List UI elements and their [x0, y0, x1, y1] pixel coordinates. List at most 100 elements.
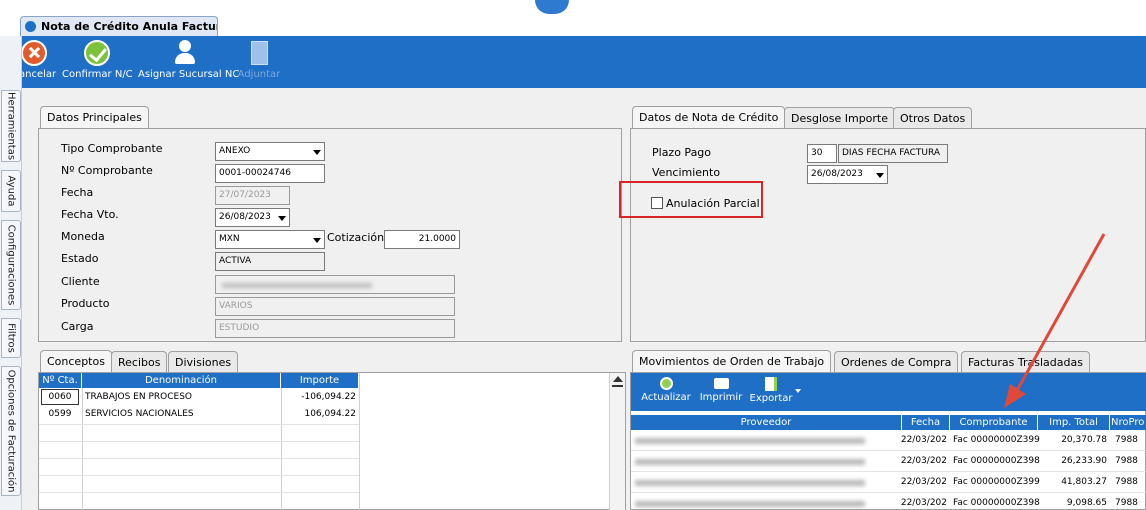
sidebar-item-label: Opciones de Facturación: [5, 369, 17, 493]
cliente-field: [215, 275, 455, 294]
movimientos-panel: Actualizar Imprimir Exportar Proveedor F…: [630, 372, 1146, 510]
fecha-label: Fecha: [61, 186, 94, 199]
chevron-down-icon[interactable]: [795, 389, 801, 393]
vencimiento-label: Vencimiento: [652, 166, 721, 179]
tab-divisiones[interactable]: Divisiones: [168, 351, 239, 373]
tab-datos-principales[interactable]: Datos Principales: [40, 106, 149, 129]
tab-desglose-importe[interactable]: Desglose Importe: [784, 107, 896, 129]
tab-facturas-trasladadas[interactable]: Facturas Trasladadas: [961, 351, 1090, 373]
anulacion-parcial-checkbox[interactable]: [651, 197, 663, 209]
sidebar-item-filtros[interactable]: Filtros: [1, 318, 21, 358]
main-toolbar: Cancelar Confirmar N/C Asignar Sucursal …: [8, 36, 1146, 88]
sidebar-item-herramientas[interactable]: Herramientas: [1, 90, 21, 162]
sidebar-item-configuraciones[interactable]: Configuraciones: [1, 220, 21, 310]
fecha-vto-value: 26/08/2023: [219, 212, 271, 222]
scroll-thumb[interactable]: [612, 385, 623, 387]
sidebar-item-label: Herramientas: [5, 91, 17, 161]
vertical-scrollbar[interactable]: [609, 373, 625, 510]
refresh-button[interactable]: Actualizar: [641, 375, 691, 409]
cta-cell: 0599: [48, 409, 72, 419]
chevron-down-icon: [876, 173, 884, 178]
document-tab[interactable]: Nota de Crédito Anula Factura de...: [20, 16, 218, 36]
chevron-down-icon: [313, 238, 321, 243]
tab-datos-nota-credito[interactable]: Datos de Nota de Crédito: [632, 106, 786, 129]
movimientos-toolbar: Actualizar Imprimir Exportar: [631, 373, 1146, 411]
table-row[interactable]: 22/03/202 Fac 00000000Z3989 26,233.90 79…: [631, 452, 1146, 472]
attach-document-icon: [246, 40, 272, 66]
user-icon: [172, 40, 198, 66]
tab-otros-datos[interactable]: Otros Datos: [893, 107, 973, 129]
column-header-fecha[interactable]: Fecha: [902, 415, 950, 430]
sidebar-item-opciones-facturacion[interactable]: Opciones de Facturación: [1, 366, 21, 496]
column-header-imp-total[interactable]: Imp. Total: [1038, 415, 1110, 430]
tipo-comprobante-select[interactable]: ANEXO: [215, 142, 325, 161]
comprobante-cell: Fac 00000000Z3990: [953, 477, 1040, 487]
proveedor-cell: [631, 495, 902, 510]
fecha-cell: 22/03/202: [900, 435, 947, 445]
redacted-text: [635, 459, 865, 465]
fecha-cell: 22/03/202: [900, 456, 947, 466]
table-row[interactable]: 22/03/202 Fac 00000000Z3988 9,098.65 798…: [631, 494, 1146, 510]
refresh-label: Actualizar: [641, 392, 691, 403]
nropro-cell: 7988: [1115, 456, 1138, 466]
column-header-proveedor[interactable]: Proveedor: [631, 415, 902, 430]
fecha-vto-date-picker[interactable]: 26/08/2023: [215, 208, 290, 227]
printer-icon: [713, 378, 729, 389]
plazo-pago-desc: DIAS FECHA FACTURA: [838, 144, 948, 163]
imp-total-cell: 20,370.78: [1061, 435, 1107, 445]
nro-comprobante-input[interactable]: 0001-00024746: [215, 164, 325, 183]
tab-conceptos[interactable]: Conceptos: [40, 350, 112, 373]
nro-comprobante-label: Nº Comprobante: [61, 164, 153, 177]
tab-label: Otros Datos: [900, 112, 966, 125]
table-row[interactable]: 0060 TRABAJOS EN PROCESO -106,094.22: [39, 389, 359, 406]
tab-ordenes-compra[interactable]: Ordenes de Compra: [834, 351, 959, 373]
print-button[interactable]: Imprimir: [699, 375, 743, 409]
fecha-input: 27/07/2023: [215, 186, 290, 205]
column-divider: [359, 373, 360, 510]
document-tab-title: Nota de Crédito Anula Factura de...: [41, 20, 217, 33]
table-row[interactable]: 0599 SERVICIOS NACIONALES 106,094.22: [39, 406, 359, 423]
vencimiento-date-picker[interactable]: 26/08/2023: [807, 165, 888, 184]
scroll-up-icon[interactable]: [613, 376, 623, 382]
comprobante-cell: Fac 00000000Z3991: [953, 435, 1040, 445]
confirm-button[interactable]: Confirmar N/C: [62, 39, 133, 85]
plazo-pago-input[interactable]: 30: [807, 144, 837, 163]
importe-cell: 106,094.22: [304, 409, 356, 419]
column-header-comprobante[interactable]: Comprobante: [950, 415, 1038, 430]
row-divider: [39, 492, 359, 493]
proveedor-cell: [631, 453, 902, 470]
column-header-cta[interactable]: Nº Cta.: [39, 373, 82, 388]
tab-label: Datos Principales: [47, 111, 142, 124]
tab-recibos[interactable]: Recibos: [111, 351, 168, 373]
row-divider: [39, 441, 359, 442]
side-panel-tabs: Herramientas Ayuda Configuraciones Filtr…: [0, 36, 22, 510]
fecha-cell: 22/03/202: [900, 498, 947, 508]
cta-cell[interactable]: 0060: [41, 389, 79, 405]
table-row[interactable]: 22/03/202 Fac 00000000Z3990 41,803.27 79…: [631, 473, 1146, 493]
redacted-text: [635, 438, 865, 444]
document-icon: [25, 21, 36, 32]
attach-button[interactable]: Adjuntar: [236, 39, 282, 85]
assign-branch-button[interactable]: Asignar Sucursal NC: [138, 39, 239, 85]
tab-movimientos-orden-trabajo[interactable]: Movimientos de Orden de Trabajo: [632, 350, 832, 373]
denominacion-cell: TRABAJOS EN PROCESO: [85, 392, 192, 402]
sidebar-item-label: Filtros: [5, 323, 17, 353]
table-row[interactable]: 22/03/202 Fac 00000000Z3991 20,370.78 79…: [631, 431, 1146, 451]
column-header-importe[interactable]: Importe: [281, 373, 359, 388]
producto-field: VARIOS: [215, 297, 455, 316]
tab-label: Movimientos de Orden de Trabajo: [639, 355, 825, 368]
cotizacion-label: Cotización: [327, 231, 385, 244]
column-header-nropro[interactable]: NroPro: [1110, 415, 1146, 430]
cotizacion-input[interactable]: 21.0000: [384, 230, 460, 249]
column-header-denominacion[interactable]: Denominación: [82, 373, 281, 388]
vencimiento-value: 26/08/2023: [811, 169, 863, 179]
sidebar-item-ayuda[interactable]: Ayuda: [1, 170, 21, 212]
export-button[interactable]: Exportar: [747, 375, 795, 409]
moneda-select[interactable]: MXN: [215, 230, 325, 249]
tab-label: Conceptos: [47, 355, 105, 368]
carga-field: ESTUDIO: [215, 319, 455, 338]
assign-branch-label: Asignar Sucursal NC: [138, 69, 240, 80]
importe-cell: -106,094.22: [301, 392, 356, 402]
fecha-vto-label: Fecha Vto.: [61, 208, 119, 221]
export-label: Exportar: [749, 393, 793, 404]
